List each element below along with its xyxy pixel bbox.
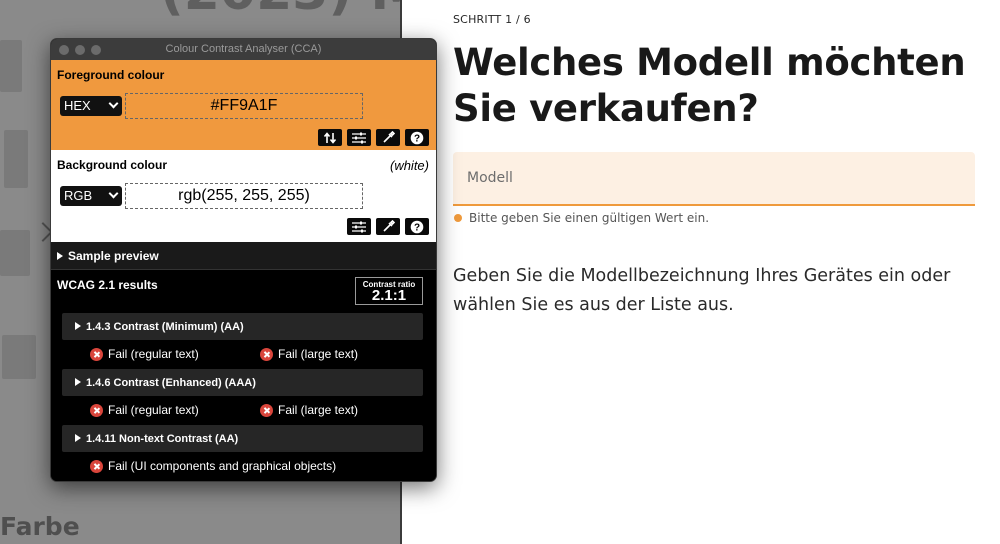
model-input[interactable]: [467, 170, 947, 186]
fail-icon: [260, 347, 273, 361]
foreground-section: Foreground colour HEX #FF9A1F ?: [51, 60, 436, 150]
model-field[interactable]: [453, 152, 975, 206]
criterion-label: 1.4.3 Contrast (Minimum) (AA): [75, 321, 244, 333]
cca-window: Colour Contrast Analyser (CCA) Foregroun…: [50, 38, 437, 482]
step-indicator: SCHRITT 1 / 6: [453, 13, 531, 26]
sliders-icon[interactable]: [347, 129, 371, 146]
result-item: Fail (large text): [260, 403, 358, 417]
error-text: Bitte geben Sie einen gültigen Wert ein.: [469, 211, 710, 225]
fail-icon: [90, 403, 103, 417]
contrast-ratio-value: 2.1:1: [371, 287, 407, 304]
wcag-heading: WCAG 2.1 results: [57, 278, 158, 292]
result-text: Fail (UI components and graphical object…: [108, 459, 337, 473]
background-format-select[interactable]: RGB: [60, 186, 122, 206]
product-thumbnail: [0, 230, 30, 276]
background-tools: ?: [347, 218, 429, 235]
result-item: Fail (regular text): [90, 347, 199, 361]
error-message: Bitte geben Sie einen gültigen Wert ein.: [454, 211, 709, 225]
background-value-input[interactable]: rgb(255, 255, 255): [125, 183, 363, 209]
disclosure-triangle-icon: [75, 378, 81, 386]
chevron-down-icon: [108, 188, 119, 199]
eyedropper-icon[interactable]: [376, 218, 400, 235]
swap-icon[interactable]: [318, 129, 342, 146]
result-text: Fail (large text): [278, 347, 359, 361]
disclosure-triangle-icon: [75, 322, 81, 330]
criterion-text: 1.4.6 Contrast (Enhanced) (AAA): [86, 377, 256, 389]
fail-icon: [90, 347, 103, 361]
form-page: SCHRITT 1 / 6 Welches Modell möchten Sie…: [402, 0, 1000, 544]
background-label: Background colour: [57, 158, 168, 172]
sample-preview-label: Sample preview: [57, 249, 159, 263]
wcag-results: WCAG 2.1 results Contrast ratio 2.1:1 1.…: [51, 271, 436, 481]
svg-text:?: ?: [414, 222, 420, 233]
result-item: Fail (large text): [260, 347, 358, 361]
criterion-1-4-3[interactable]: 1.4.3 Contrast (Minimum) (AA): [62, 313, 423, 340]
product-thumbnail: [0, 40, 22, 92]
sample-preview-toggle[interactable]: Sample preview: [51, 242, 436, 270]
cca-titlebar[interactable]: Colour Contrast Analyser (CCA): [51, 39, 436, 60]
foreground-value-input[interactable]: #FF9A1F: [125, 93, 363, 119]
product-thumbnail: [2, 335, 36, 379]
warning-dot-icon: [454, 214, 462, 222]
disclosure-triangle-icon: [75, 434, 81, 442]
result-item: Fail (regular text): [90, 403, 199, 417]
criterion-text: 1.4.11 Non-text Contrast (AA): [86, 433, 239, 445]
chevron-down-icon: [108, 98, 119, 109]
svg-text:?: ?: [414, 133, 420, 144]
criterion-1-4-6[interactable]: 1.4.6 Contrast (Enhanced) (AAA): [62, 369, 423, 396]
foreground-format-select[interactable]: HEX: [60, 96, 122, 116]
sample-preview-text: Sample preview: [68, 249, 159, 263]
sliders-icon[interactable]: [347, 218, 371, 235]
criterion-text: 1.4.3 Contrast (Minimum) (AA): [86, 321, 244, 333]
instruction-text: Geben Sie die Modellbezeichnung Ihres Ge…: [453, 266, 951, 315]
result-text: Fail (large text): [278, 403, 359, 417]
help-icon[interactable]: ?: [405, 129, 429, 146]
result-item: Fail (UI components and graphical object…: [90, 459, 336, 473]
background-color-name: (white): [389, 158, 429, 173]
fail-icon: [260, 403, 273, 417]
background-heading: (2023) Mo: [160, 0, 400, 22]
background-format-value: RGB: [64, 188, 93, 203]
product-thumbnail: [4, 130, 28, 188]
criterion-label: 1.4.11 Non-text Contrast (AA): [75, 433, 238, 445]
foreground-format-value: HEX: [64, 98, 91, 113]
page-title: Welches Modell möchten Sie verkaufen?: [453, 41, 966, 130]
background-section: Background colour (white) RGB rgb(255, 2…: [51, 150, 436, 242]
criterion-1-4-11[interactable]: 1.4.11 Non-text Contrast (AA): [62, 425, 423, 452]
cca-window-title: Colour Contrast Analyser (CCA): [165, 43, 322, 55]
foreground-tools: ?: [318, 129, 429, 146]
disclosure-triangle-icon: [57, 252, 63, 260]
result-text: Fail (regular text): [108, 403, 199, 417]
eyedropper-icon[interactable]: [376, 129, 400, 146]
help-icon[interactable]: ?: [405, 218, 429, 235]
criterion-label: 1.4.6 Contrast (Enhanced) (AAA): [75, 377, 256, 389]
fail-icon: [90, 459, 103, 473]
foreground-label: Foreground colour: [57, 68, 165, 82]
background-farbe-label: Farbe: [0, 512, 80, 541]
contrast-ratio-box: Contrast ratio 2.1:1: [355, 277, 423, 305]
result-text: Fail (regular text): [108, 347, 199, 361]
